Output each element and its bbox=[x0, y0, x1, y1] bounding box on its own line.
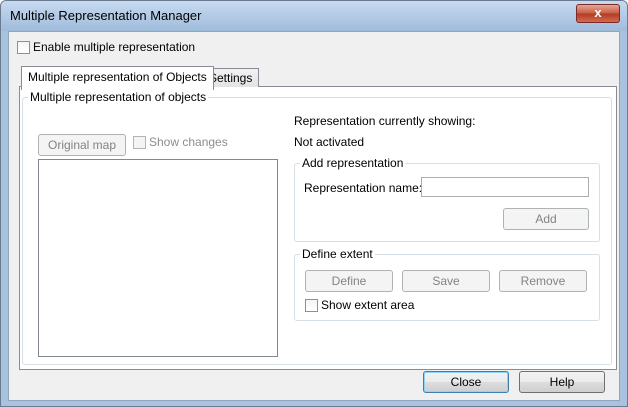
remove-button-label: Remove bbox=[520, 274, 566, 288]
dialog-window: Multiple Representation Manager x Enable… bbox=[0, 0, 628, 407]
remove-extent-button[interactable]: Remove bbox=[499, 270, 587, 292]
save-extent-button[interactable]: Save bbox=[402, 270, 490, 292]
title-bar[interactable]: Multiple Representation Manager x bbox=[1, 1, 627, 31]
show-changes-label: Show changes bbox=[149, 135, 228, 149]
original-map-button-label: Original map bbox=[47, 138, 117, 152]
add-representation-title: Add representation bbox=[300, 156, 406, 170]
define-button-label: Define bbox=[331, 274, 367, 288]
tab-panel-objects: Multiple representation of objects Origi… bbox=[19, 87, 617, 370]
save-button-label: Save bbox=[432, 274, 460, 288]
representation-showing-heading: Representation currently showing: bbox=[294, 114, 476, 128]
help-button[interactable]: Help bbox=[519, 371, 605, 393]
close-button-label: Close bbox=[450, 375, 482, 389]
add-representation-group bbox=[294, 163, 600, 242]
help-button-label: Help bbox=[549, 375, 575, 389]
representation-showing-value: Not activated bbox=[294, 135, 365, 149]
show-extent-area-label[interactable]: Show extent area bbox=[321, 298, 414, 312]
define-extent-button[interactable]: Define bbox=[305, 270, 393, 292]
original-map-button[interactable]: Original map bbox=[38, 134, 126, 156]
dialog-client-area: Enable multiple representation Multiple … bbox=[8, 31, 620, 401]
tab-label: Multiple representation of Objects bbox=[28, 70, 207, 84]
objects-group-title: Multiple representation of objects bbox=[28, 90, 209, 104]
enable-multiple-representation-label[interactable]: Enable multiple representation bbox=[33, 40, 195, 54]
add-representation-button[interactable]: Add bbox=[503, 208, 589, 230]
window-title: Multiple Representation Manager bbox=[10, 8, 202, 23]
define-extent-title: Define extent bbox=[300, 247, 375, 261]
representation-name-input[interactable] bbox=[421, 177, 589, 197]
tab-label: Settings bbox=[209, 71, 253, 85]
window-close-button[interactable]: x bbox=[576, 4, 620, 23]
show-extent-area-checkbox[interactable] bbox=[305, 299, 318, 312]
tab-multiple-representation-of-objects[interactable]: Multiple representation of Objects bbox=[21, 66, 214, 90]
representations-list[interactable] bbox=[38, 159, 278, 357]
representation-name-label: Representation name: bbox=[304, 181, 423, 195]
close-button[interactable]: Close bbox=[423, 371, 509, 393]
enable-multiple-representation-checkbox[interactable] bbox=[17, 41, 30, 54]
show-changes-checkbox[interactable] bbox=[133, 136, 146, 149]
add-button-label: Add bbox=[535, 212, 557, 226]
close-icon: x bbox=[594, 5, 602, 20]
